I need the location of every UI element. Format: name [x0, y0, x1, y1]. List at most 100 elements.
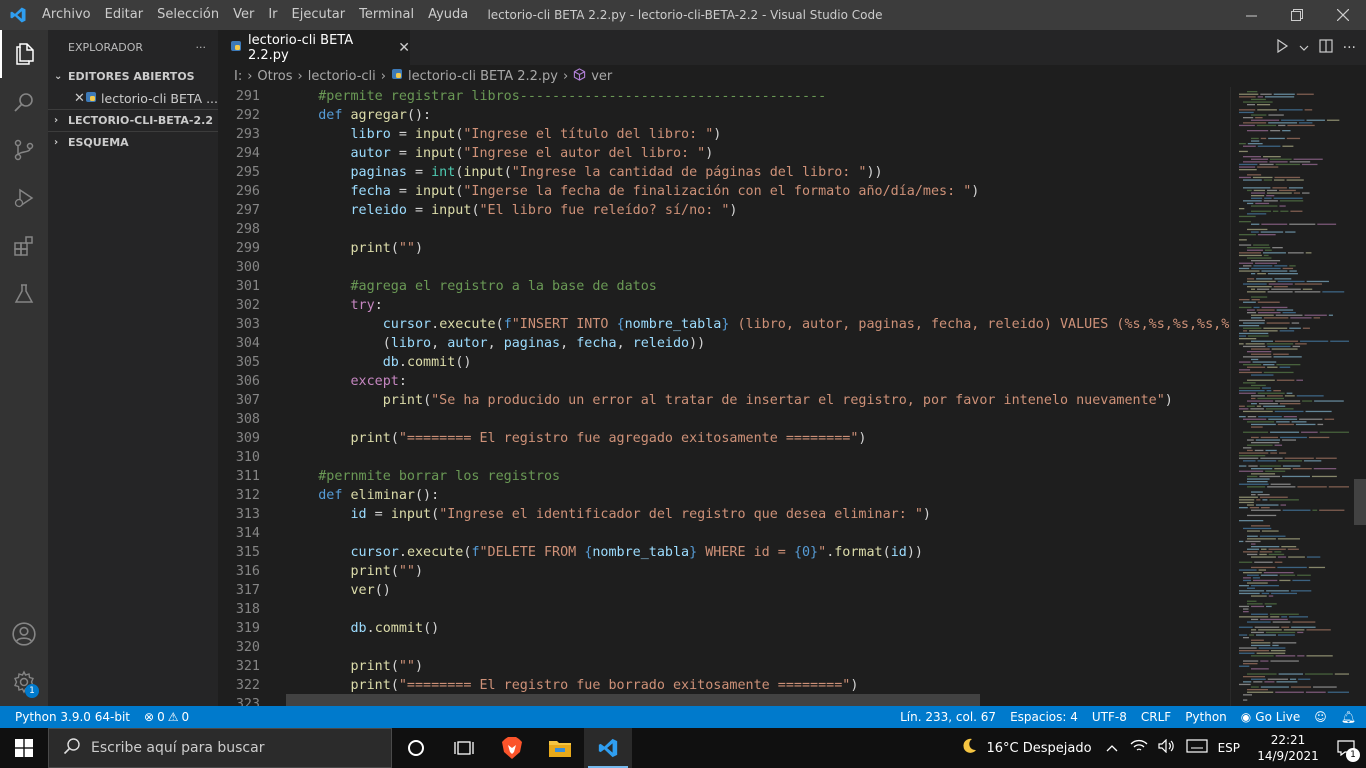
- breadcrumb-otros[interactable]: Otros: [257, 69, 292, 84]
- code-text: try:: [350, 298, 383, 313]
- code-line[interactable]: 316 print(""): [218, 562, 1230, 581]
- code-line[interactable]: 321 print(""): [218, 657, 1230, 676]
- code-line[interactable]: 318: [218, 600, 1230, 619]
- weather-widget[interactable]: 16°C Despejado: [960, 737, 1092, 759]
- tab-close-button[interactable]: ✕: [398, 40, 410, 56]
- close-icon[interactable]: ✕: [74, 91, 85, 106]
- code-line[interactable]: 315 cursor.execute(f"DELETE FROM {nombre…: [218, 543, 1230, 562]
- code-line[interactable]: 292 def agregar():: [218, 106, 1230, 125]
- manage-gear-icon[interactable]: 1: [0, 658, 48, 706]
- code-line[interactable]: 301 #agrega el registro a la base de dat…: [218, 277, 1230, 296]
- wifi-icon[interactable]: [1130, 739, 1148, 757]
- minimap[interactable]: [1230, 87, 1352, 706]
- menu-ir[interactable]: Ir: [261, 0, 284, 30]
- feedback-icon[interactable]: ☺: [1314, 710, 1327, 724]
- cortana-icon[interactable]: [392, 728, 440, 768]
- run-debug-icon[interactable]: [0, 174, 48, 222]
- code-line[interactable]: 293 libro = input("Ingrese el título del…: [218, 125, 1230, 144]
- testing-icon[interactable]: [0, 270, 48, 318]
- split-editor-icon[interactable]: [1319, 38, 1333, 57]
- clock[interactable]: 22:21 14/9/2021: [1250, 732, 1326, 764]
- keyboard-icon[interactable]: [1185, 739, 1208, 757]
- task-view-icon[interactable]: [440, 728, 488, 768]
- code-line[interactable]: 303 cursor.execute(f"INSERT INTO {nombre…: [218, 315, 1230, 334]
- code-line[interactable]: 309 print("======== El registro fue agre…: [218, 429, 1230, 448]
- menu-ayuda[interactable]: Ayuda: [421, 0, 475, 30]
- minimize-button[interactable]: [1228, 0, 1274, 30]
- scrollbar-thumb[interactable]: [1354, 479, 1366, 525]
- action-center-icon[interactable]: 1: [1326, 728, 1366, 768]
- close-window-button[interactable]: [1320, 0, 1366, 30]
- code-line[interactable]: 312 def eliminar():: [218, 486, 1230, 505]
- source-control-icon[interactable]: [0, 126, 48, 174]
- files-icon[interactable]: [0, 30, 48, 78]
- menu-terminal[interactable]: Terminal: [352, 0, 421, 30]
- breadcrumb-drive[interactable]: I:: [234, 69, 242, 84]
- vscode-taskbar-icon[interactable]: [584, 728, 632, 768]
- code-line[interactable]: 306 except:: [218, 372, 1230, 391]
- input-language[interactable]: ESP: [1218, 741, 1240, 755]
- code-line[interactable]: 311 #pernmite borrar los registros: [218, 467, 1230, 486]
- language-mode[interactable]: Python: [1185, 710, 1227, 724]
- open-editor-item[interactable]: ✕ lectorio-cli BETA ...: [48, 87, 218, 109]
- outline-section[interactable]: › ESQUEMA: [48, 131, 218, 153]
- breadcrumb-folder[interactable]: lectorio-cli: [308, 69, 376, 84]
- accounts-icon[interactable]: [0, 610, 48, 658]
- code-line[interactable]: 294 autor = input("Ingrese el autor del …: [218, 144, 1230, 163]
- code-line[interactable]: 317 ver(): [218, 581, 1230, 600]
- file-explorer-icon[interactable]: [536, 728, 584, 768]
- restore-button[interactable]: [1274, 0, 1320, 30]
- menu-ver[interactable]: Ver: [226, 0, 261, 30]
- line-number: 292: [235, 108, 260, 123]
- code-line[interactable]: 313 id = input("Ingrese el identificador…: [218, 505, 1230, 524]
- open-editors-section[interactable]: ⌄ EDITORES ABIERTOS: [48, 65, 218, 87]
- brave-browser-icon[interactable]: [488, 728, 536, 768]
- code-line[interactable]: 307 print("Se ha producido un error al t…: [218, 391, 1230, 410]
- more-actions-icon[interactable]: ···: [1343, 40, 1356, 56]
- indentation[interactable]: Espacios: 4: [1010, 710, 1078, 724]
- menu-ejecutar[interactable]: Ejecutar: [285, 0, 353, 30]
- search-icon[interactable]: [0, 78, 48, 126]
- code-line[interactable]: 302 try:: [218, 296, 1230, 315]
- extensions-icon[interactable]: [0, 222, 48, 270]
- code-line[interactable]: 308: [218, 410, 1230, 429]
- chevron-down-icon[interactable]: [1299, 38, 1309, 57]
- windows-start-icon[interactable]: [0, 728, 48, 768]
- project-section[interactable]: › LECTORIO-CLI-BETA-2.2: [48, 109, 218, 131]
- code-line[interactable]: 320: [218, 638, 1230, 657]
- encoding[interactable]: UTF-8: [1092, 710, 1127, 724]
- notifications-icon[interactable]: 🔔︎: [1341, 710, 1356, 724]
- python-interpreter[interactable]: Python 3.9.0 64-bit: [15, 710, 130, 724]
- breadcrumb-file[interactable]: lectorio-cli BETA 2.2.py: [408, 69, 558, 84]
- code-line[interactable]: 297 releido = input("El libro fue releíd…: [218, 201, 1230, 220]
- code-line[interactable]: 310: [218, 448, 1230, 467]
- code-line[interactable]: 304 (libro, autor, paginas, fecha, relei…: [218, 334, 1230, 353]
- problems-indicator[interactable]: ⊗ 0 ⚠ 0: [144, 710, 189, 724]
- more-actions-button[interactable]: ···: [196, 41, 207, 54]
- run-file-icon[interactable]: [1275, 38, 1289, 57]
- menu-seleccion[interactable]: Selección: [150, 0, 226, 30]
- code-line[interactable]: 298: [218, 220, 1230, 239]
- code-line[interactable]: 314: [218, 524, 1230, 543]
- chevron-up-icon[interactable]: [1106, 741, 1118, 756]
- code-line[interactable]: 319 db.commit(): [218, 619, 1230, 638]
- volume-icon[interactable]: [1157, 738, 1176, 757]
- code-line[interactable]: 300: [218, 258, 1230, 277]
- code-line[interactable]: 322 print("======== El registro fue borr…: [218, 676, 1230, 695]
- code-line[interactable]: 296 fecha = input("Ingerse la fecha de f…: [218, 182, 1230, 201]
- line-endings[interactable]: CRLF: [1141, 710, 1171, 724]
- breadcrumb-symbol[interactable]: ver: [591, 69, 612, 84]
- horizontal-scrollbar[interactable]: [286, 694, 980, 706]
- code-line[interactable]: 299 print(""): [218, 239, 1230, 258]
- vertical-scrollbar[interactable]: [1354, 87, 1366, 706]
- code-line[interactable]: 305 db.commit(): [218, 353, 1230, 372]
- code-editor[interactable]: 323 322 print("======== El registro fue b…: [218, 87, 1230, 706]
- menu-editar[interactable]: Editar: [98, 0, 151, 30]
- taskbar-search-box[interactable]: Escribe aquí para buscar: [48, 728, 392, 768]
- code-line[interactable]: 295 paginas = int(input("Ingrese la cant…: [218, 163, 1230, 182]
- cursor-position[interactable]: Lín. 233, col. 67: [900, 710, 996, 724]
- tab-lectorio-cli[interactable]: lectorio-cli BETA 2.2.py ✕: [218, 30, 410, 65]
- menu-archivo[interactable]: Archivo: [36, 0, 98, 30]
- code-line[interactable]: 291 #permite registrar libros-----------…: [218, 87, 1230, 106]
- go-live-button[interactable]: ◉ Go Live: [1241, 710, 1300, 724]
